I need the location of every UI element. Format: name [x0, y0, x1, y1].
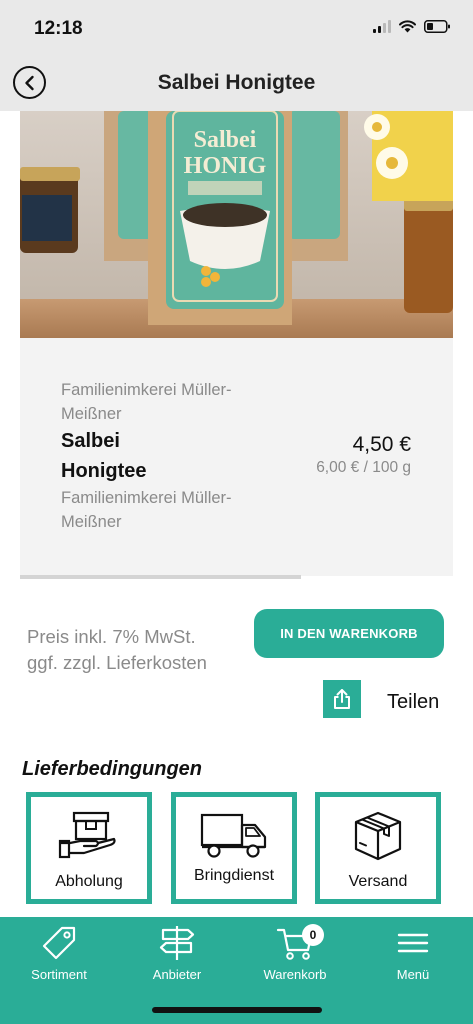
vendor-name-bottom: Familienimkerei Müller-Meißner [61, 489, 232, 531]
product-photo: Salbei HONIG [20, 111, 453, 338]
status-bar: 12:18 [0, 0, 473, 56]
share-label[interactable]: Teilen [387, 691, 439, 714]
delivery-option-courier[interactable]: Bringdienst [171, 792, 297, 904]
navigation-bar: Salbei Honigtee [0, 56, 473, 111]
tab-anbieter-label: Anbieter [152, 967, 202, 982]
delivery-option-shipping-label: Versand [348, 873, 408, 890]
tab-warenkorb[interactable]: 0 Warenkorb [236, 923, 354, 993]
cart-count-badge: 0 [302, 924, 324, 946]
share-button[interactable] [323, 680, 361, 718]
delivery-heading: Lieferbedingungen [22, 758, 202, 780]
status-time: 12:18 [34, 18, 83, 39]
shipping-box-icon [354, 811, 402, 861]
product-image-label-bottom: HONIG [184, 153, 267, 179]
battery-icon [424, 20, 450, 33]
product-card: Familienimkerei Müller-Meißner Salbei Ho… [20, 338, 453, 576]
product-image-label-top: Salbei [194, 127, 257, 153]
delivery-option-shipping[interactable]: Versand [315, 792, 441, 904]
product-name: Salbei Honigtee [61, 430, 147, 482]
delivery-option-courier-label: Bringdienst [193, 867, 275, 884]
vendor-name-top: Familienimkerei Müller-Meißner [61, 381, 232, 423]
package-hand-icon [58, 811, 116, 859]
tab-menu-label: Menü [396, 967, 430, 982]
add-to-cart-button[interactable]: IN DEN WARENKORB [254, 609, 444, 658]
tab-warenkorb-label: Warenkorb [263, 967, 327, 982]
signpost-icon [159, 926, 195, 960]
delivery-truck-icon [200, 813, 267, 858]
tab-sortiment[interactable]: Sortiment [0, 923, 118, 993]
delivery-option-pickup-label: Abholung [55, 873, 123, 890]
product-price: 4,50 € [352, 433, 411, 456]
home-indicator [152, 1007, 322, 1013]
product-image: Salbei HONIG [20, 111, 453, 338]
wifi-icon [399, 20, 416, 33]
unit-price: 6,00 € / 100 g [316, 459, 411, 476]
hamburger-menu-icon [397, 933, 429, 953]
page-title: Salbei Honigtee [157, 71, 316, 94]
image-scroll-indicator [20, 575, 301, 579]
tag-icon [42, 926, 76, 960]
tab-menu[interactable]: Menü [354, 923, 472, 993]
tab-sortiment-label: Sortiment [31, 967, 87, 982]
status-icons [373, 20, 451, 33]
delivery-option-pickup[interactable]: Abholung [26, 792, 152, 904]
tab-anbieter[interactable]: Anbieter [118, 923, 236, 993]
price-note: Preis inkl. 7% MwSt. ggf. zzgl. Lieferko… [27, 626, 207, 673]
cellular-signal-icon [373, 20, 391, 33]
share-icon [334, 689, 350, 709]
